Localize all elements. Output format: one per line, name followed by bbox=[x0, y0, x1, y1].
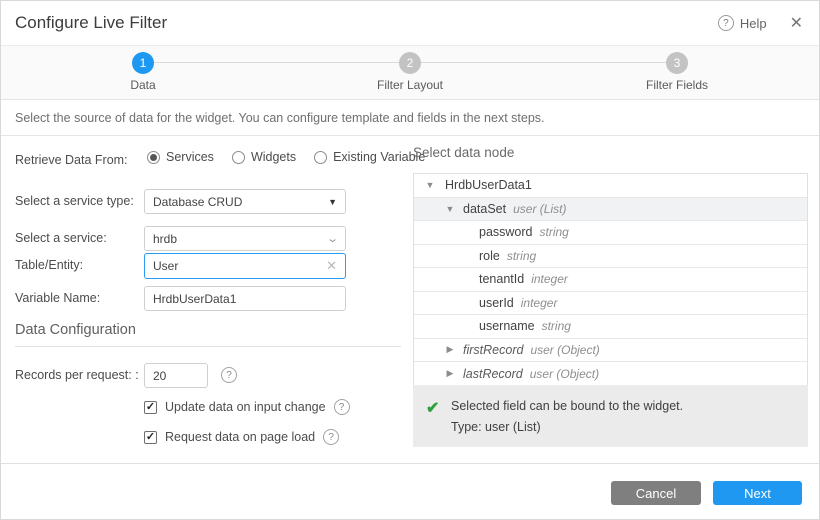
radio-services[interactable]: Services bbox=[147, 150, 214, 164]
help-icon: ? bbox=[718, 15, 734, 31]
help-label: Help bbox=[740, 16, 767, 31]
tree-node-name: role bbox=[479, 249, 500, 263]
stepper-line-2 bbox=[421, 62, 666, 63]
next-button[interactable]: Next bbox=[713, 481, 802, 505]
success-check-icon: ✔ bbox=[426, 398, 439, 418]
step-2-label: Filter Layout bbox=[350, 78, 470, 92]
step-3-circle[interactable]: 3 bbox=[666, 52, 688, 74]
table-entity-value: User bbox=[153, 259, 178, 273]
variable-name-input[interactable] bbox=[144, 286, 346, 311]
tree-row-lastrecord[interactable]: ▶ lastRecord user (Object) bbox=[414, 362, 807, 386]
data-node-tree: ▼ HrdbUserData1 ▼ dataSet user (List) pa… bbox=[413, 173, 808, 387]
tree-node-type: integer bbox=[531, 272, 568, 286]
service-value: hrdb bbox=[153, 232, 177, 246]
update-data-label: Update data on input change bbox=[165, 400, 326, 414]
tree-node-type: integer bbox=[521, 296, 558, 310]
update-data-checkbox-row: ✓ Update data on input change ? bbox=[144, 399, 350, 415]
radio-selected-icon bbox=[147, 151, 160, 164]
request-data-checkbox-row: ✓ Request data on page load ? bbox=[144, 429, 339, 445]
tree-row-role[interactable]: role string bbox=[414, 245, 807, 269]
footer-divider bbox=[1, 463, 819, 464]
radio-unselected-icon bbox=[232, 151, 245, 164]
binding-status-line1: Selected field can be bound to the widge… bbox=[451, 396, 794, 417]
tree-node-type: string bbox=[540, 225, 569, 239]
tree-node-name: firstRecord bbox=[463, 343, 523, 357]
wizard-stepper: 1 2 3 Data Filter Layout Filter Fields bbox=[1, 45, 819, 100]
data-configuration-title: Data Configuration bbox=[15, 322, 136, 338]
step-description: Select the source of data for the widget… bbox=[1, 100, 819, 136]
binding-status-message: ✔ Selected field can be bound to the wid… bbox=[413, 385, 808, 447]
tree-node-type: user (List) bbox=[513, 202, 566, 216]
configure-live-filter-dialog: Configure Live Filter ? Help ✕ 1 2 3 Dat… bbox=[0, 0, 820, 520]
caret-right-icon[interactable]: ▶ bbox=[444, 344, 456, 355]
dialog-header: Configure Live Filter ? Help ✕ bbox=[1, 1, 819, 45]
table-entity-input[interactable]: User ✕ bbox=[144, 253, 346, 279]
service-type-select[interactable]: Database CRUD ▼ bbox=[144, 189, 346, 214]
cancel-button[interactable]: Cancel bbox=[611, 481, 701, 505]
dialog-title: Configure Live Filter bbox=[15, 13, 167, 33]
step-3-label: Filter Fields bbox=[617, 78, 737, 92]
records-per-request-input[interactable] bbox=[144, 363, 208, 388]
service-select[interactable]: hrdb ⌄ bbox=[144, 226, 346, 251]
select-data-node-title: Select data node bbox=[413, 145, 514, 160]
service-type-label: Select a service type: bbox=[15, 194, 134, 208]
records-per-request-label: Records per request: : bbox=[15, 368, 139, 382]
dropdown-arrow-icon: ▼ bbox=[328, 197, 337, 207]
tree-node-name: password bbox=[479, 225, 533, 239]
radio-existing-variable-label: Existing Variable bbox=[333, 150, 425, 164]
tree-row-firstrecord[interactable]: ▶ firstRecord user (Object) bbox=[414, 339, 807, 363]
retrieve-data-from-label: Retrieve Data From: bbox=[15, 153, 128, 167]
tree-row-username[interactable]: username string bbox=[414, 315, 807, 339]
service-label: Select a service: bbox=[15, 231, 107, 245]
tree-row-dataset[interactable]: ▼ dataSet user (List) bbox=[414, 198, 807, 222]
tree-node-type: string bbox=[542, 319, 571, 333]
radio-services-label: Services bbox=[166, 150, 214, 164]
request-data-help-icon[interactable]: ? bbox=[323, 429, 339, 445]
help-button[interactable]: ? Help bbox=[718, 15, 767, 31]
tree-row-hrdbuserdata1[interactable]: ▼ HrdbUserData1 bbox=[414, 174, 807, 198]
stepper-line-1 bbox=[154, 62, 399, 63]
caret-down-icon[interactable]: ▼ bbox=[424, 180, 436, 190]
tree-node-name: username bbox=[479, 319, 535, 333]
service-type-value: Database CRUD bbox=[153, 195, 242, 209]
binding-status-line2: Type: user (List) bbox=[451, 417, 794, 438]
radio-widgets-label: Widgets bbox=[251, 150, 296, 164]
radio-unselected-icon bbox=[314, 151, 327, 164]
records-help-icon[interactable]: ? bbox=[221, 367, 237, 383]
variable-name-label: Variable Name: bbox=[15, 291, 100, 305]
tree-node-type: user (Object) bbox=[530, 367, 599, 381]
update-data-help-icon[interactable]: ? bbox=[334, 399, 350, 415]
tree-node-name: tenantId bbox=[479, 272, 524, 286]
step-2-circle[interactable]: 2 bbox=[399, 52, 421, 74]
section-divider bbox=[15, 346, 401, 347]
chevron-down-icon: ⌄ bbox=[326, 232, 339, 245]
tree-node-name: userId bbox=[479, 296, 514, 310]
tree-node-type: string bbox=[507, 249, 536, 263]
radio-existing-variable[interactable]: Existing Variable bbox=[314, 150, 425, 164]
tree-row-password[interactable]: password string bbox=[414, 221, 807, 245]
close-icon[interactable]: ✕ bbox=[790, 13, 803, 33]
radio-widgets[interactable]: Widgets bbox=[232, 150, 296, 164]
caret-down-icon[interactable]: ▼ bbox=[444, 204, 456, 214]
tree-node-type: user (Object) bbox=[530, 343, 599, 357]
tree-node-name: lastRecord bbox=[463, 367, 523, 381]
tree-node-name: dataSet bbox=[463, 202, 506, 216]
clear-icon[interactable]: ✕ bbox=[326, 258, 337, 274]
tree-row-tenantid[interactable]: tenantId integer bbox=[414, 268, 807, 292]
request-data-label: Request data on page load bbox=[165, 430, 315, 444]
update-data-checkbox[interactable]: ✓ bbox=[144, 401, 157, 414]
step-1-circle[interactable]: 1 bbox=[132, 52, 154, 74]
request-data-checkbox[interactable]: ✓ bbox=[144, 431, 157, 444]
tree-node-name: HrdbUserData1 bbox=[445, 178, 532, 192]
retrieve-data-radio-group: Services Widgets Existing Variable bbox=[147, 150, 425, 164]
caret-right-icon[interactable]: ▶ bbox=[444, 368, 456, 379]
tree-row-userid[interactable]: userId integer bbox=[414, 292, 807, 316]
dialog-content: Retrieve Data From: Services Widgets Exi… bbox=[1, 136, 819, 519]
table-entity-label: Table/Entity: bbox=[15, 258, 83, 272]
step-1-label: Data bbox=[83, 78, 203, 92]
